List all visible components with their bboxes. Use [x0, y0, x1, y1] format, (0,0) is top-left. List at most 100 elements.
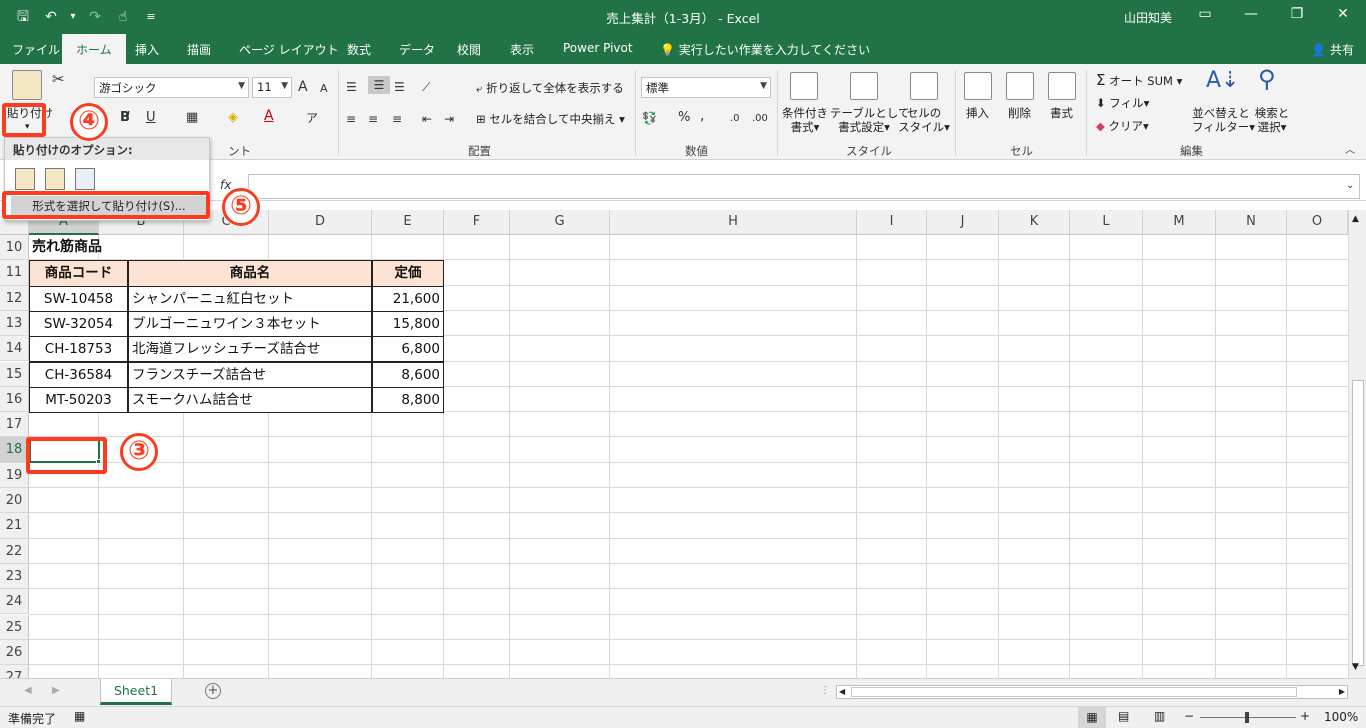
align-center-icon[interactable]: ≡	[368, 110, 378, 128]
format-table-icon[interactable]	[850, 72, 878, 100]
row-header-18[interactable]: 18	[0, 437, 29, 463]
column-header-J[interactable]: J	[927, 210, 999, 235]
next-sheet-icon[interactable]: ▶	[52, 685, 60, 696]
paste-formulas-icon[interactable]	[45, 168, 65, 190]
share-button[interactable]: 👤 共有	[1311, 41, 1354, 58]
cut-icon[interactable]: ✂	[52, 70, 65, 88]
zoom-level[interactable]: 100%	[1324, 710, 1358, 724]
border-icon[interactable]: ▦	[186, 109, 198, 127]
currency-icon[interactable]: 💱	[642, 109, 657, 127]
decrease-indent-icon[interactable]: ⇤	[422, 110, 432, 128]
insert-cells-button[interactable]: 挿入	[966, 106, 989, 120]
table-cell[interactable]: CH-36584	[29, 361, 128, 388]
column-header-G[interactable]: G	[510, 210, 610, 235]
tab-review[interactable]: 校閲	[457, 41, 481, 58]
horizontal-scrollbar[interactable]: ◀ ▶	[836, 685, 1348, 699]
restore-button[interactable]: ❐	[1282, 6, 1312, 22]
hscroll-thumb[interactable]	[851, 687, 1297, 697]
table-cell[interactable]: シャンパーニュ紅白セット	[128, 285, 372, 312]
table-title[interactable]: 売れ筋商品	[32, 235, 102, 260]
align-right-icon[interactable]: ≡	[392, 110, 402, 128]
format-cells-icon[interactable]	[1048, 72, 1076, 100]
insert-cells-icon[interactable]	[964, 72, 992, 100]
collapse-ribbon-icon[interactable]: ︿	[1345, 142, 1355, 160]
row-header-21[interactable]: 21	[0, 513, 29, 539]
row-header-26[interactable]: 26	[0, 639, 29, 666]
column-header-H[interactable]: H	[610, 210, 857, 235]
tab-page-layout[interactable]: ページ レイアウト	[239, 41, 339, 58]
table-cell[interactable]: スモークハム詰合せ	[128, 386, 372, 414]
increase-indent-icon[interactable]: ⇥	[444, 110, 454, 128]
wrap-text-button[interactable]: ⤶ 折り返して全体を表示する	[476, 81, 624, 95]
column-header-O[interactable]: O	[1287, 210, 1348, 235]
table-cell[interactable]: 21,600	[372, 285, 444, 312]
conditional-format-button[interactable]: 条件付き 書式▾	[782, 106, 828, 134]
row-header-14[interactable]: 14	[0, 336, 29, 362]
table-header-cell[interactable]: 商品コード	[29, 260, 128, 287]
row-header-27[interactable]: 27	[0, 665, 29, 678]
row-header-25[interactable]: 25	[0, 614, 29, 640]
align-left-icon[interactable]: ≡	[346, 110, 356, 128]
row-header-17[interactable]: 17	[0, 412, 29, 438]
page-break-view-icon[interactable]: ▥	[1154, 709, 1165, 723]
scroll-down-icon[interactable]: ▼	[1352, 662, 1359, 672]
column-header-D[interactable]: D	[269, 210, 372, 235]
sort-filter-icon[interactable]: A⇣	[1206, 70, 1239, 92]
increase-decimal-icon[interactable]: .0	[730, 110, 740, 128]
scroll-up-icon[interactable]: ▲	[1352, 214, 1359, 224]
table-cell[interactable]: 6,800	[372, 336, 444, 363]
row-header-19[interactable]: 19	[0, 462, 29, 488]
merge-center-button[interactable]: ⊞ セルを結合して中央揃え ▾	[476, 112, 625, 126]
row-header-16[interactable]: 16	[0, 386, 29, 413]
add-sheet-button[interactable]: +	[205, 683, 221, 699]
increase-font-icon[interactable]: A	[298, 78, 308, 96]
zoom-slider-thumb[interactable]	[1245, 712, 1249, 723]
row-header-11[interactable]: 11	[0, 260, 29, 286]
row-header-23[interactable]: 23	[0, 563, 29, 590]
table-cell[interactable]: フランスチーズ詰合せ	[128, 361, 372, 388]
close-button[interactable]: ✕	[1328, 6, 1358, 22]
table-cell[interactable]: ブルゴーニュワイン３本セット	[128, 310, 372, 338]
font-name-combo[interactable]: 游ゴシック ▼	[94, 77, 249, 98]
fill-button[interactable]: ⬇ フィル▾	[1096, 96, 1149, 110]
clear-button[interactable]: ◆ クリア▾	[1096, 119, 1149, 133]
comma-button[interactable]: ,	[700, 107, 704, 125]
scroll-thumb[interactable]	[1352, 380, 1364, 666]
phonetic-icon[interactable]: ア	[306, 109, 318, 127]
minimize-button[interactable]: —	[1236, 6, 1266, 22]
table-cell[interactable]: CH-18753	[29, 336, 128, 363]
column-header-I[interactable]: I	[857, 210, 927, 235]
delete-cells-button[interactable]: 削除	[1008, 106, 1031, 120]
ribbon-display-icon[interactable]: ▭	[1190, 6, 1220, 22]
expand-formula-icon[interactable]: ⌄	[1346, 177, 1354, 195]
sheet-tab-sheet1[interactable]: Sheet1	[100, 679, 172, 705]
table-cell[interactable]: MT-50203	[29, 386, 128, 414]
zoom-out-button[interactable]: −	[1184, 709, 1194, 723]
font-color-icon[interactable]: A	[264, 107, 274, 125]
table-cell[interactable]: 8,600	[372, 361, 444, 388]
align-bottom-icon[interactable]: ☰	[394, 78, 405, 96]
percent-button[interactable]: %	[678, 109, 690, 127]
find-icon[interactable]: ⚲	[1258, 67, 1276, 91]
delete-cells-icon[interactable]	[1006, 72, 1034, 100]
table-header-cell[interactable]: 定価	[372, 260, 444, 287]
tab-formulas[interactable]: 数式	[347, 41, 371, 58]
table-cell[interactable]: SW-32054	[29, 310, 128, 338]
tab-view[interactable]: 表示	[510, 41, 534, 58]
table-cell[interactable]: 北海道フレッシュチーズ詰合せ	[128, 336, 372, 363]
align-top-icon[interactable]: ☰	[346, 78, 357, 96]
row-header-15[interactable]: 15	[0, 361, 29, 387]
align-middle-icon[interactable]: ☰	[368, 76, 390, 94]
decrease-font-icon[interactable]: A	[320, 80, 328, 98]
number-format-combo[interactable]: 標準 ▼	[641, 77, 771, 98]
tab-power-pivot[interactable]: Power Pivot	[563, 41, 633, 55]
table-header-cell[interactable]: 商品名	[128, 260, 372, 287]
table-cell[interactable]: 8,800	[372, 386, 444, 414]
split-handle-icon[interactable]: ⋮	[820, 685, 830, 696]
orientation-icon[interactable]: ⟋	[422, 78, 430, 96]
cell-styles-button[interactable]: セルの スタイル▾	[898, 106, 950, 134]
tab-home[interactable]: ホーム	[62, 34, 126, 64]
format-as-table-button[interactable]: テーブルとして 書式設定▾	[830, 106, 909, 134]
format-cells-button[interactable]: 書式	[1050, 106, 1073, 120]
column-header-L[interactable]: L	[1070, 210, 1143, 235]
